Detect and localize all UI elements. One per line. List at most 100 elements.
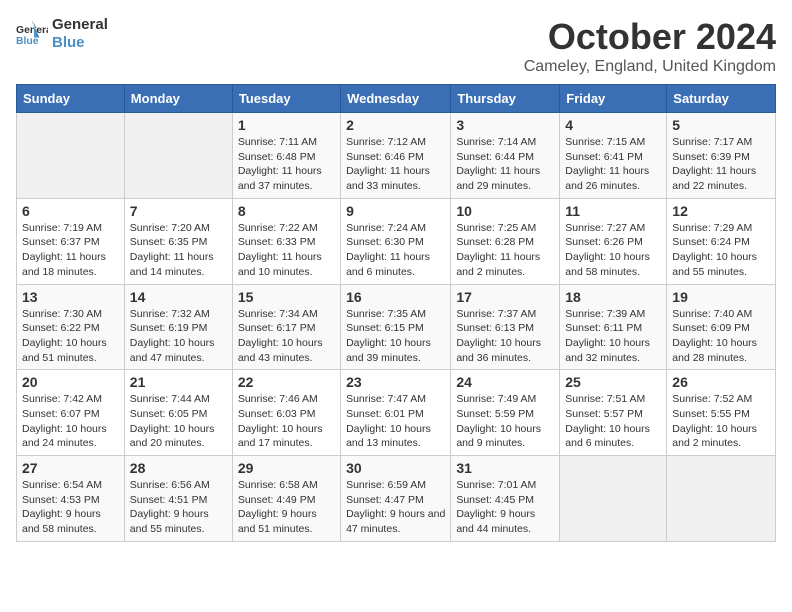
col-tuesday: Tuesday: [232, 85, 340, 113]
cell-info: Sunrise: 7:32 AM Sunset: 6:19 PM Dayligh…: [130, 307, 227, 366]
calendar-cell: 18 Sunrise: 7:39 AM Sunset: 6:11 PM Dayli…: [560, 284, 667, 370]
day-number: 26: [672, 374, 770, 390]
calendar-body: 1 Sunrise: 7:11 AM Sunset: 6:48 PM Daylig…: [17, 113, 776, 542]
calendar-cell: 12 Sunrise: 7:29 AM Sunset: 6:24 PM Dayli…: [667, 198, 776, 284]
calendar-cell: 23 Sunrise: 7:47 AM Sunset: 6:01 PM Dayli…: [341, 370, 451, 456]
cell-info: Sunrise: 7:29 AM Sunset: 6:24 PM Dayligh…: [672, 221, 770, 280]
cell-info: Sunrise: 6:59 AM Sunset: 4:47 PM Dayligh…: [346, 478, 445, 537]
cell-info: Sunrise: 7:17 AM Sunset: 6:39 PM Dayligh…: [672, 135, 770, 194]
day-number: 17: [456, 289, 554, 305]
calendar-week-4: 20 Sunrise: 7:42 AM Sunset: 6:07 PM Dayli…: [17, 370, 776, 456]
day-number: 31: [456, 460, 554, 476]
cell-info: Sunrise: 7:42 AM Sunset: 6:07 PM Dayligh…: [22, 392, 119, 451]
calendar-week-5: 27 Sunrise: 6:54 AM Sunset: 4:53 PM Dayli…: [17, 456, 776, 542]
cell-info: Sunrise: 7:39 AM Sunset: 6:11 PM Dayligh…: [565, 307, 661, 366]
day-number: 11: [565, 203, 661, 219]
day-number: 5: [672, 117, 770, 133]
logo-line2: Blue: [52, 34, 108, 52]
day-number: 21: [130, 374, 227, 390]
calendar-week-3: 13 Sunrise: 7:30 AM Sunset: 6:22 PM Dayli…: [17, 284, 776, 370]
cell-info: Sunrise: 7:40 AM Sunset: 6:09 PM Dayligh…: [672, 307, 770, 366]
cell-info: Sunrise: 7:19 AM Sunset: 6:37 PM Dayligh…: [22, 221, 119, 280]
logo-icon: General Blue: [16, 20, 48, 48]
day-number: 2: [346, 117, 445, 133]
calendar-cell: 2Sunrise: 7:12 AM Sunset: 6:46 PM Daylig…: [341, 113, 451, 199]
cell-info: Sunrise: 7:11 AM Sunset: 6:48 PM Dayligh…: [238, 135, 335, 194]
month-title: October 2024: [524, 16, 776, 58]
calendar-week-2: 6 Sunrise: 7:19 AM Sunset: 6:37 PM Daylig…: [17, 198, 776, 284]
calendar-cell: 13 Sunrise: 7:30 AM Sunset: 6:22 PM Dayli…: [17, 284, 125, 370]
calendar-cell: [124, 113, 232, 199]
cell-info: Sunrise: 7:20 AM Sunset: 6:35 PM Dayligh…: [130, 221, 227, 280]
day-number: 29: [238, 460, 335, 476]
day-number: 20: [22, 374, 119, 390]
cell-info: Sunrise: 6:54 AM Sunset: 4:53 PM Dayligh…: [22, 478, 119, 537]
calendar-cell: 31 Sunrise: 7:01 AM Sunset: 4:45 PM Dayli…: [451, 456, 560, 542]
calendar-cell: 1 Sunrise: 7:11 AM Sunset: 6:48 PM Daylig…: [232, 113, 340, 199]
day-number: 27: [22, 460, 119, 476]
calendar-cell: 26 Sunrise: 7:52 AM Sunset: 5:55 PM Dayli…: [667, 370, 776, 456]
cell-info: Sunrise: 7:34 AM Sunset: 6:17 PM Dayligh…: [238, 307, 335, 366]
day-number: 9: [346, 203, 445, 219]
calendar-cell: 10 Sunrise: 7:25 AM Sunset: 6:28 PM Dayli…: [451, 198, 560, 284]
calendar-cell: 11 Sunrise: 7:27 AM Sunset: 6:26 PM Dayli…: [560, 198, 667, 284]
day-number: 14: [130, 289, 227, 305]
title-area: October 2024 Cameley, England, United Ki…: [524, 16, 776, 76]
calendar-cell: [560, 456, 667, 542]
day-number: 18: [565, 289, 661, 305]
cell-info: Sunrise: 7:30 AM Sunset: 6:22 PM Dayligh…: [22, 307, 119, 366]
day-number: 4: [565, 117, 661, 133]
calendar-cell: 4 Sunrise: 7:15 AM Sunset: 6:41 PM Daylig…: [560, 113, 667, 199]
cell-info: Sunrise: 7:51 AM Sunset: 5:57 PM Dayligh…: [565, 392, 661, 451]
cell-info: Sunrise: 7:47 AM Sunset: 6:01 PM Dayligh…: [346, 392, 445, 451]
cell-info: Sunrise: 7:46 AM Sunset: 6:03 PM Dayligh…: [238, 392, 335, 451]
col-monday: Monday: [124, 85, 232, 113]
calendar-cell: 7 Sunrise: 7:20 AM Sunset: 6:35 PM Daylig…: [124, 198, 232, 284]
calendar-cell: 28Sunrise: 6:56 AM Sunset: 4:51 PM Dayli…: [124, 456, 232, 542]
day-number: 6: [22, 203, 119, 219]
day-number: 24: [456, 374, 554, 390]
header: General Blue General Blue October 2024 C…: [16, 16, 776, 76]
col-friday: Friday: [560, 85, 667, 113]
day-number: 12: [672, 203, 770, 219]
calendar-cell: 22Sunrise: 7:46 AM Sunset: 6:03 PM Dayli…: [232, 370, 340, 456]
cell-info: Sunrise: 7:35 AM Sunset: 6:15 PM Dayligh…: [346, 307, 445, 366]
location: Cameley, England, United Kingdom: [524, 58, 776, 76]
day-number: 15: [238, 289, 335, 305]
calendar-cell: [17, 113, 125, 199]
day-number: 7: [130, 203, 227, 219]
calendar-cell: 14 Sunrise: 7:32 AM Sunset: 6:19 PM Dayli…: [124, 284, 232, 370]
cell-info: Sunrise: 7:14 AM Sunset: 6:44 PM Dayligh…: [456, 135, 554, 194]
cell-info: Sunrise: 7:52 AM Sunset: 5:55 PM Dayligh…: [672, 392, 770, 451]
calendar-cell: 17Sunrise: 7:37 AM Sunset: 6:13 PM Dayli…: [451, 284, 560, 370]
calendar-table: Sunday Monday Tuesday Wednesday Thursday…: [16, 84, 776, 542]
calendar-cell: [667, 456, 776, 542]
day-number: 19: [672, 289, 770, 305]
calendar-cell: 3Sunrise: 7:14 AM Sunset: 6:44 PM Daylig…: [451, 113, 560, 199]
cell-info: Sunrise: 7:15 AM Sunset: 6:41 PM Dayligh…: [565, 135, 661, 194]
calendar-header: Sunday Monday Tuesday Wednesday Thursday…: [17, 85, 776, 113]
day-number: 23: [346, 374, 445, 390]
day-number: 25: [565, 374, 661, 390]
day-number: 1: [238, 117, 335, 133]
cell-info: Sunrise: 7:01 AM Sunset: 4:45 PM Dayligh…: [456, 478, 554, 537]
col-saturday: Saturday: [667, 85, 776, 113]
calendar-cell: 24Sunrise: 7:49 AM Sunset: 5:59 PM Dayli…: [451, 370, 560, 456]
svg-text:Blue: Blue: [16, 36, 39, 47]
calendar-cell: 27 Sunrise: 6:54 AM Sunset: 4:53 PM Dayli…: [17, 456, 125, 542]
calendar-cell: 19 Sunrise: 7:40 AM Sunset: 6:09 PM Dayli…: [667, 284, 776, 370]
day-number: 30: [346, 460, 445, 476]
col-thursday: Thursday: [451, 85, 560, 113]
day-number: 10: [456, 203, 554, 219]
day-number: 16: [346, 289, 445, 305]
cell-info: Sunrise: 7:25 AM Sunset: 6:28 PM Dayligh…: [456, 221, 554, 280]
calendar-cell: 25 Sunrise: 7:51 AM Sunset: 5:57 PM Dayli…: [560, 370, 667, 456]
calendar-cell: 20 Sunrise: 7:42 AM Sunset: 6:07 PM Dayli…: [17, 370, 125, 456]
calendar-week-1: 1 Sunrise: 7:11 AM Sunset: 6:48 PM Daylig…: [17, 113, 776, 199]
day-number: 13: [22, 289, 119, 305]
calendar-cell: 29Sunrise: 6:58 AM Sunset: 4:49 PM Dayli…: [232, 456, 340, 542]
svg-text:General: General: [16, 25, 48, 36]
cell-info: Sunrise: 6:56 AM Sunset: 4:51 PM Dayligh…: [130, 478, 227, 537]
cell-info: Sunrise: 7:27 AM Sunset: 6:26 PM Dayligh…: [565, 221, 661, 280]
col-sunday: Sunday: [17, 85, 125, 113]
